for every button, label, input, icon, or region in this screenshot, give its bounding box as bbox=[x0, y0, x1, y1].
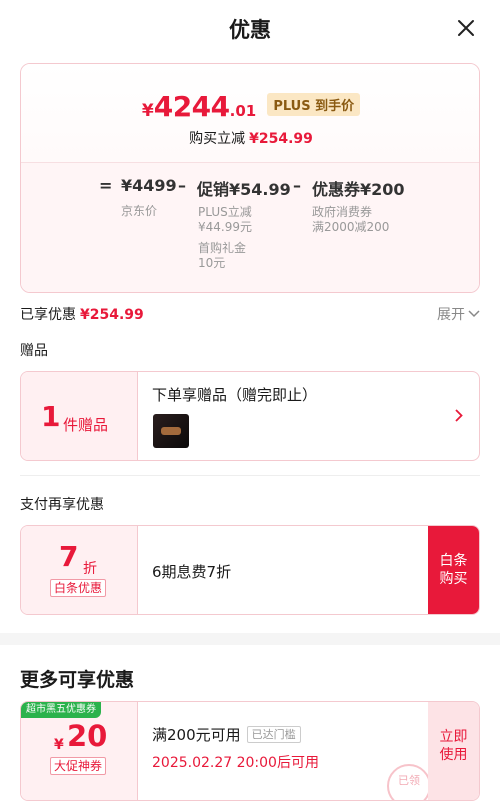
price-breakdown: = ¥4499 京东价 – 促销¥54.99 PLUS立减 ¥44.99元 首购… bbox=[21, 162, 479, 292]
gift-count: 1 bbox=[41, 400, 61, 433]
expand-label: 展开 bbox=[437, 307, 465, 323]
gift-card[interactable]: 1 件赠品 下单享赠品（赠完即止） bbox=[20, 371, 480, 461]
coupon-value: 20 bbox=[67, 719, 108, 753]
enjoyed-amount: ¥254.99 bbox=[80, 307, 144, 323]
payment-offer-card[interactable]: 7 折 白条优惠 6期息费7折 白条 购买 bbox=[20, 525, 480, 615]
final-price: ¥4244.01 PLUS 到手价 bbox=[21, 90, 479, 123]
coupon-detail: 政府消费券 bbox=[312, 205, 373, 219]
coupon-yen: ¥ bbox=[54, 737, 64, 753]
chevron-down-icon bbox=[468, 310, 480, 318]
minus-sign: – bbox=[178, 176, 186, 195]
section-separator bbox=[0, 633, 500, 645]
price-card: ¥4244.01 PLUS 到手价 购买立减 ¥254.99 = ¥4499 京东… bbox=[20, 63, 480, 293]
coupon-valid-time: 2025.02.27 20:00后可用 bbox=[152, 755, 319, 771]
promo-detail: ¥44.99元 bbox=[198, 220, 252, 234]
coupon-value-panel: 超市黑五优惠券 ¥ 20 大促神券 bbox=[21, 702, 138, 800]
promo-detail: 首购礼金 bbox=[198, 241, 247, 255]
promo-detail: 10元 bbox=[198, 256, 226, 270]
claimed-stamp: 已领 bbox=[387, 764, 431, 800]
jd-price-label: 京东价 bbox=[121, 204, 158, 218]
discount-unit: 折 bbox=[83, 561, 97, 577]
chevron-right-icon[interactable] bbox=[455, 409, 463, 422]
more-offers-title: 更多可享优惠 bbox=[20, 669, 135, 691]
button-line: 使用 bbox=[439, 747, 468, 763]
discount-panel: 7 折 白条优惠 bbox=[21, 526, 138, 614]
equals-sign: = bbox=[99, 176, 113, 195]
coupon-condition: 满200元可用 已达门槛 bbox=[152, 724, 301, 745]
condition-text: 满200元可用 bbox=[152, 726, 241, 744]
use-coupon-button[interactable]: 立即 使用 bbox=[428, 702, 479, 800]
enjoyed-label: 已享优惠 bbox=[20, 307, 76, 323]
price-integer: 4244 bbox=[153, 90, 230, 123]
promo-detail: PLUS立减 bbox=[198, 205, 252, 219]
expand-button[interactable]: 展开 bbox=[437, 304, 480, 324]
gift-unit: 件赠品 bbox=[63, 416, 109, 434]
reduce-label: 购买立减 bbox=[189, 131, 246, 147]
coupon-type-tag: 超市黑五优惠券 bbox=[21, 702, 101, 718]
button-line: 白条 bbox=[439, 553, 468, 569]
discount-value: 7 bbox=[59, 540, 79, 573]
jd-price: ¥4499 bbox=[121, 176, 177, 195]
baitiao-buy-button[interactable]: 白条 购买 bbox=[428, 526, 479, 614]
gift-thumbnail[interactable] bbox=[153, 414, 189, 448]
coupon-detail: 满2000减200 bbox=[312, 220, 390, 234]
plus-price-badge: PLUS 到手价 bbox=[267, 93, 361, 116]
enjoyed-discount: 已享优惠 ¥254.99 bbox=[20, 304, 144, 324]
price-yen: ¥ bbox=[141, 101, 154, 121]
coupon-sub-tag: 大促神券 bbox=[50, 757, 107, 775]
page-title: 优惠 bbox=[229, 18, 271, 42]
gift-count-panel: 1 件赠品 bbox=[21, 372, 138, 460]
pay-section-label: 支付再享优惠 bbox=[20, 497, 104, 513]
coupon-amount: 优惠券¥200 bbox=[312, 180, 405, 199]
button-line: 立即 bbox=[439, 729, 468, 745]
installment-text: 6期息费7折 bbox=[152, 563, 232, 581]
reduce-amount: ¥254.99 bbox=[249, 131, 313, 147]
divider bbox=[20, 475, 480, 476]
header: 优惠 bbox=[0, 0, 500, 58]
baitiao-tag: 白条优惠 bbox=[50, 579, 107, 597]
price-decimal: .01 bbox=[229, 102, 257, 120]
promo-amount: 促销¥54.99 bbox=[197, 180, 291, 199]
button-line: 购买 bbox=[439, 571, 468, 587]
purchase-reduction: 购买立减 ¥254.99 bbox=[21, 128, 479, 148]
gift-section-label: 赠品 bbox=[20, 343, 48, 359]
coupon-card[interactable]: 超市黑五优惠券 ¥ 20 大促神券 满200元可用 已达门槛 2025.02.27… bbox=[20, 701, 480, 801]
close-icon[interactable] bbox=[454, 16, 478, 40]
price-summary: ¥4244.01 PLUS 到手价 购买立减 ¥254.99 bbox=[21, 64, 479, 162]
threshold-tag: 已达门槛 bbox=[246, 726, 301, 743]
gift-title: 下单享赠品（赠完即止） bbox=[152, 386, 318, 404]
minus-sign: – bbox=[293, 176, 301, 195]
